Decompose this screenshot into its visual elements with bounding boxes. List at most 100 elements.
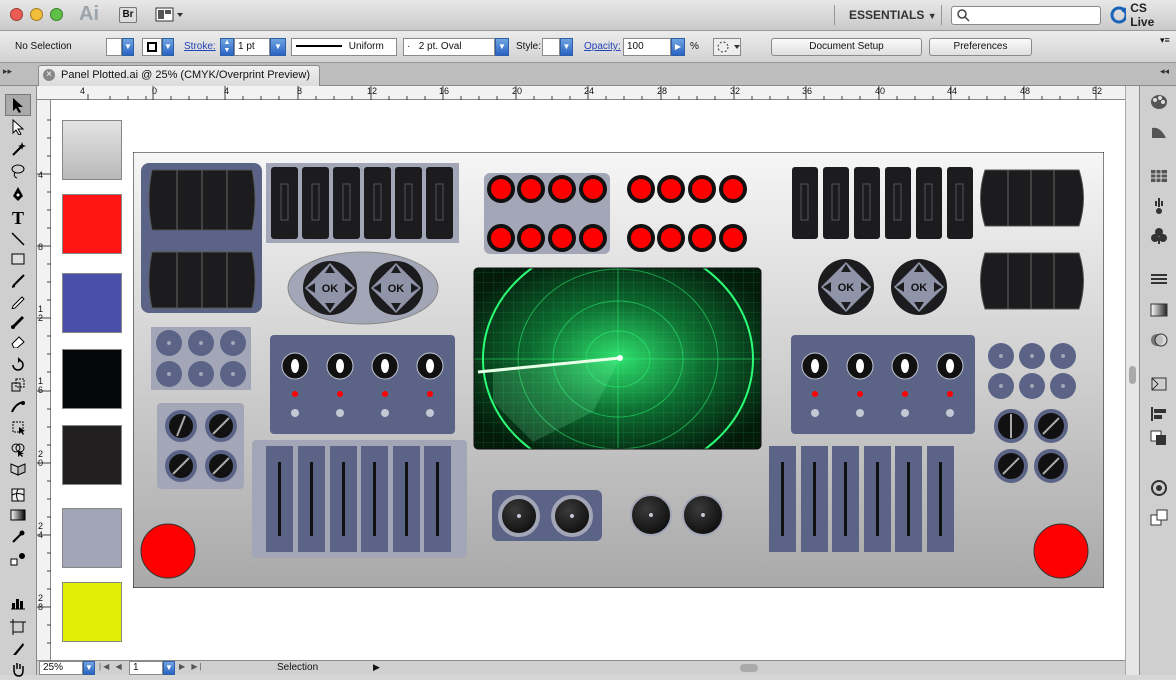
stroke-weight-dropdown[interactable]: ▼ <box>270 38 286 56</box>
rectangle-tool-button[interactable] <box>5 248 31 270</box>
magic-wand-tool-button[interactable] <box>5 138 31 160</box>
pencil-tool-button[interactable] <box>5 290 31 312</box>
ruler-label: 8 <box>297 86 303 96</box>
swatch-color[interactable] <box>62 349 122 409</box>
graphic-style-swatch[interactable] <box>542 38 560 56</box>
panel-menu-icon[interactable]: ▾≡ <box>1160 35 1170 46</box>
zoom-field[interactable]: 25% <box>39 661 83 675</box>
recolor-artwork-button[interactable] <box>713 38 741 56</box>
blend-tool-button[interactable] <box>5 548 31 570</box>
pen-tool-button[interactable] <box>5 184 31 206</box>
page-field[interactable]: 1 <box>129 661 163 675</box>
vertical-scrollbar[interactable] <box>1125 86 1139 675</box>
document-setup-button[interactable]: Document Setup <box>771 38 922 56</box>
stroke-label[interactable]: Stroke: <box>184 38 216 56</box>
transparency-panel-button[interactable] <box>1149 330 1169 350</box>
gradient-panel-button[interactable] <box>1149 300 1169 320</box>
vertical-ruler[interactable]: 4 8 1 2 1 6 2 0 2 4 2 8 <box>37 100 51 660</box>
page-dropdown[interactable]: ▼ <box>163 661 175 675</box>
gradient-tool-button[interactable] <box>5 504 31 526</box>
stroke-swatch[interactable] <box>142 38 162 56</box>
color-guide-panel-button[interactable] <box>1149 122 1169 142</box>
direct-selection-tool-button[interactable] <box>5 116 31 138</box>
close-tab-icon[interactable]: × <box>43 69 55 81</box>
bridge-button[interactable]: Br <box>119 7 137 23</box>
scale-tool-button[interactable] <box>5 374 31 396</box>
rotate-tool-button[interactable] <box>5 354 31 376</box>
perspective-grid-tool-button[interactable] <box>5 458 31 480</box>
swatch-color[interactable] <box>62 425 122 485</box>
blob-brush-tool-button[interactable] <box>5 310 31 332</box>
slice-tool-button[interactable] <box>5 638 31 660</box>
brushes-panel-button[interactable] <box>1149 196 1169 216</box>
control-panel-artwork[interactable]: OK OK OK OK <box>133 152 1104 588</box>
horizontal-scroll-thumb[interactable] <box>740 664 758 672</box>
search-input[interactable] <box>951 6 1101 25</box>
close-window-icon[interactable] <box>10 8 23 21</box>
ok-label: OK <box>911 282 928 294</box>
minimize-window-icon[interactable] <box>30 8 43 21</box>
artboard-icon <box>10 619 26 635</box>
selection-tool-button[interactable] <box>5 94 31 116</box>
opacity-field[interactable]: 100 <box>623 38 671 56</box>
opacity-slider-button[interactable]: ▶ <box>671 38 685 56</box>
lasso-tool-button[interactable] <box>5 160 31 182</box>
eraser-tool-button[interactable] <box>5 330 31 352</box>
document-canvas[interactable]: OK OK OK OK <box>51 100 1125 660</box>
graphic-style-dropdown[interactable]: ▼ <box>560 38 573 56</box>
right-knob-panel <box>791 335 975 434</box>
swatch-color[interactable] <box>62 508 122 568</box>
brush-definition[interactable]: · 2 pt. Oval <box>403 38 495 56</box>
ruler-label: 40 <box>875 86 886 96</box>
free-transform-tool-button[interactable] <box>5 416 31 438</box>
next-last-page-buttons[interactable]: ▶ ▶| <box>179 662 204 671</box>
ok-label: OK <box>838 282 855 294</box>
swatch-color[interactable] <box>62 194 122 254</box>
chevron-right-icon: ▶ <box>674 42 682 51</box>
graph-tool-button[interactable] <box>5 592 31 614</box>
stroke-panel-button[interactable] <box>1149 270 1169 290</box>
swatch-color[interactable] <box>62 273 122 333</box>
paintbrush-tool-button[interactable] <box>5 270 31 292</box>
swatches-panel-button[interactable] <box>1149 166 1169 186</box>
stroke-dropdown[interactable]: ▼ <box>162 38 174 56</box>
artboards-panel-button[interactable] <box>1149 508 1169 528</box>
eyedropper-tool-button[interactable] <box>5 526 31 548</box>
collapse-toolbar-icon[interactable]: ▸▸ <box>3 66 12 77</box>
align-panel-button[interactable] <box>1149 404 1169 424</box>
collapse-panels-icon[interactable]: ◂◂ <box>1160 66 1169 77</box>
fill-swatch[interactable] <box>106 38 122 56</box>
swatch-gradient[interactable] <box>62 120 122 180</box>
appearance-panel-button[interactable] <box>1149 374 1169 394</box>
zoom-window-icon[interactable] <box>50 8 63 21</box>
line-tool-button[interactable] <box>5 228 31 250</box>
vertical-scroll-thumb[interactable] <box>1129 366 1136 384</box>
color-panel-button[interactable] <box>1149 92 1169 112</box>
tab-panel-plotted[interactable]: × Panel Plotted.ai @ 25% (CMYK/Overprint… <box>38 65 320 86</box>
brush-dropdown[interactable]: ▼ <box>495 38 509 56</box>
mesh-tool-button[interactable] <box>5 484 31 506</box>
stroke-weight-stepper[interactable]: ▲ ▼ <box>220 38 234 56</box>
zoom-dropdown[interactable]: ▼ <box>83 661 95 675</box>
status-menu-arrow-icon[interactable]: ▶ <box>373 662 380 673</box>
preferences-button[interactable]: Preferences <box>929 38 1032 56</box>
variable-width-profile[interactable]: Uniform <box>291 38 397 56</box>
artboard-tool-button[interactable] <box>5 616 31 638</box>
shape-builder-tool-button[interactable] <box>5 438 31 460</box>
horizontal-ruler[interactable]: 4 0 4 8 12 16 20 24 28 32 36 40 44 48 52 <box>37 86 1125 100</box>
cs-live-button[interactable]: CS Live <box>1110 1 1170 29</box>
swatch-color[interactable] <box>62 582 122 642</box>
pathfinder-panel-button[interactable] <box>1149 428 1169 448</box>
warp-tool-button[interactable] <box>5 396 31 418</box>
document-tab-strip: ▸▸ × Panel Plotted.ai @ 25% (CMYK/Overpr… <box>0 63 1176 86</box>
symbols-panel-button[interactable] <box>1149 226 1169 246</box>
opacity-label[interactable]: Opacity: <box>584 38 621 56</box>
arrange-documents-button[interactable] <box>155 7 185 23</box>
fill-dropdown[interactable]: ▼ <box>122 38 134 56</box>
stroke-weight-field[interactable]: 1 pt <box>234 38 270 56</box>
workspace-switcher[interactable]: ESSENTIALS ▼ <box>849 8 937 22</box>
layers-panel-button[interactable] <box>1149 478 1169 498</box>
first-previous-page-buttons[interactable]: |◀ ◀ <box>99 662 124 671</box>
type-tool-button[interactable]: T <box>5 206 31 228</box>
hand-tool-button[interactable] <box>5 658 31 680</box>
